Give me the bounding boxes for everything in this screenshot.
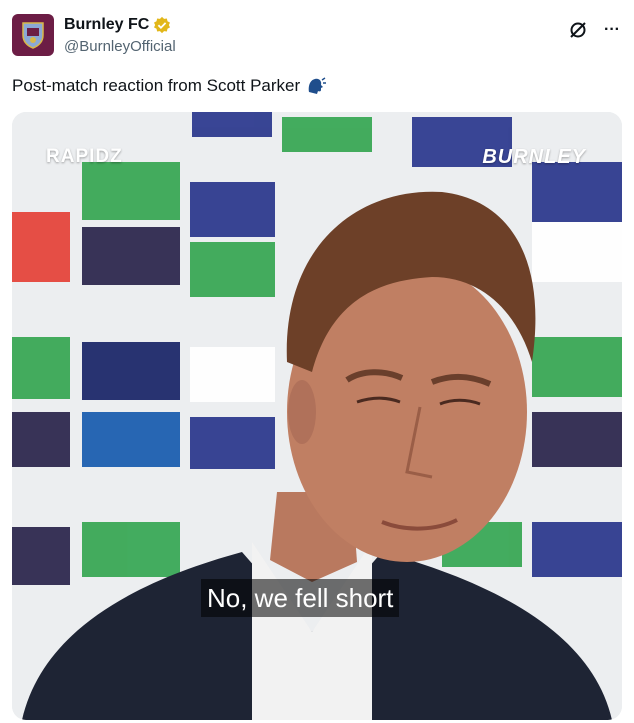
video-frame	[12, 112, 622, 720]
tweet-body: Post-match reaction from Scott Parker	[12, 76, 301, 95]
more-dots-icon[interactable]: ···	[602, 20, 622, 40]
video-player[interactable]: RAPIDZ BURNLEY No, we fell short	[12, 112, 622, 720]
display-name[interactable]: Burnley FC	[64, 16, 149, 34]
account-avatar[interactable]	[12, 14, 54, 56]
account-handle[interactable]: @BurnleyOfficial	[64, 38, 176, 55]
video-caption: No, we fell short	[201, 579, 400, 617]
verified-badge-icon	[154, 16, 171, 34]
speaking-head-icon	[308, 77, 327, 94]
tweet-header: Burnley FC @BurnleyOfficial ···	[12, 14, 622, 62]
grok-icon[interactable]	[568, 20, 588, 40]
burnley-watermark: BURNLEY	[482, 146, 586, 168]
rapidz-watermark: RAPIDZ	[46, 146, 123, 167]
burnley-crest-icon	[22, 22, 44, 49]
tweet-text: Post-match reaction from Scott Parker	[12, 75, 327, 97]
